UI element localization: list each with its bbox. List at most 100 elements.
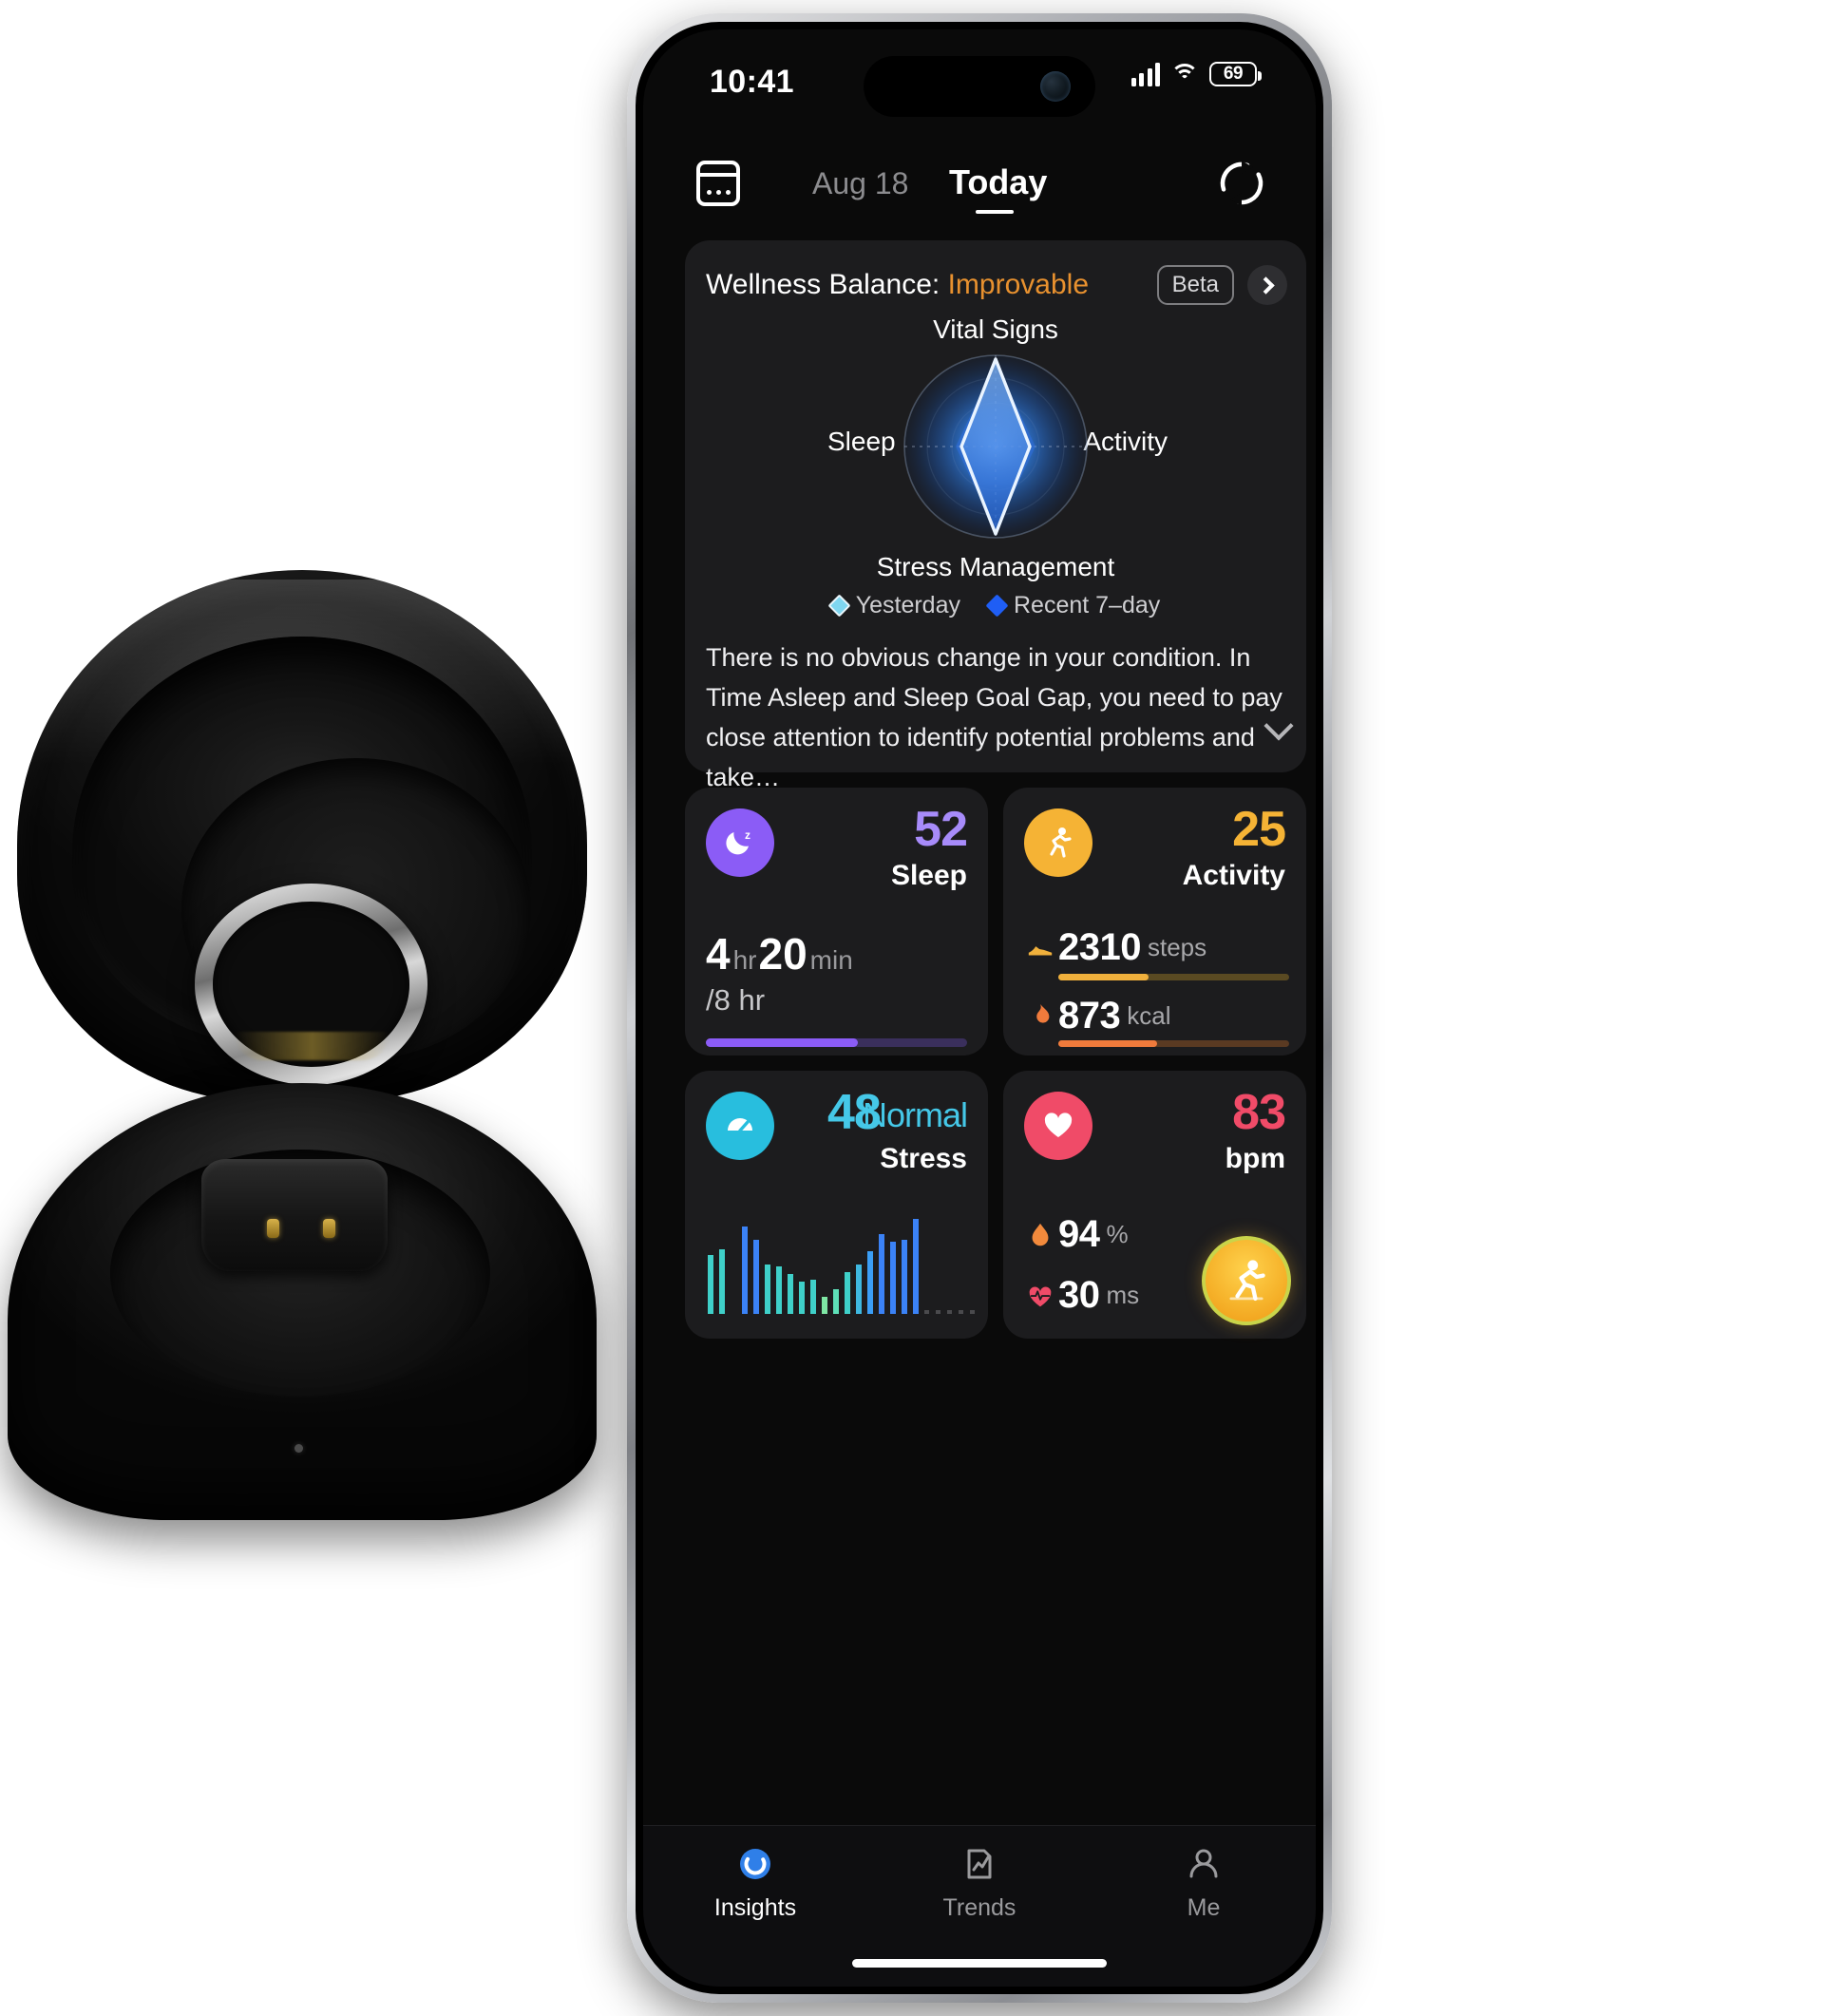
chevron-right-icon[interactable] (1247, 265, 1287, 305)
running-person-icon (1024, 808, 1092, 877)
sleep-label: Sleep (890, 860, 967, 891)
start-workout-fab[interactable] (1202, 1236, 1291, 1325)
moon-sleep-icon: z (706, 808, 774, 877)
wellness-title: Wellness Balance: Improvable (706, 269, 1089, 301)
charging-case-base (8, 1083, 597, 1520)
legend-diamond-yesterday (827, 594, 851, 618)
activity-steps-value: 2310 (1058, 926, 1141, 968)
sleep-progress-fill (706, 1038, 858, 1047)
calendar-icon[interactable] (696, 161, 740, 206)
today-tab-underline (976, 210, 1014, 214)
tab-label-trends: Trends (942, 1893, 1016, 1921)
metric-row-bottom: 48 Normal Stress 83 bpm 94 % 30 ms (685, 1071, 1306, 1339)
spo2-value: 94 (1058, 1213, 1100, 1255)
tab-me[interactable]: Me (1092, 1826, 1316, 1938)
sleep-progress-track (706, 1038, 967, 1047)
front-camera-icon (1040, 71, 1071, 102)
tab-list: Insights Trends Me (643, 1826, 1316, 1938)
status-bar-indicators: 69 (1130, 62, 1262, 86)
person-icon (1189, 1849, 1218, 1877)
stress-bar-chart (708, 1219, 975, 1314)
sleep-duration: 4 hr20 min (706, 928, 855, 979)
activity-kcal-fill (1058, 1040, 1158, 1047)
activity-steps-row: 2310 steps (1022, 926, 1289, 969)
cellular-signal-icon (1130, 62, 1160, 86)
wellness-title-prefix: Wellness Balance: (706, 269, 940, 300)
activity-steps-track (1058, 974, 1289, 980)
tab-trends[interactable]: Trends (867, 1826, 1092, 1938)
tab-label-insights: Insights (713, 1893, 797, 1921)
radar-legend: Yesterday Recent 7–day (685, 592, 1306, 619)
legend-item-yesterday: Yesterday (827, 592, 960, 619)
activity-kcal-unit: kcal (1127, 1001, 1171, 1030)
status-bar-time: 10:41 (710, 64, 794, 100)
wellness-balance-card[interactable]: Wellness Balance: Improvable Beta Vital … (685, 240, 1306, 791)
tab-label-me: Me (1187, 1893, 1221, 1921)
radar-plot (903, 354, 1088, 539)
running-person-icon (1229, 1260, 1265, 1302)
trends-chart-icon (967, 1849, 992, 1878)
legend-item-recent-7-day: Recent 7–day (985, 592, 1161, 619)
activity-kcal-value: 873 (1058, 995, 1121, 1037)
heart-rate-card[interactable]: 83 bpm 94 % 30 ms (1003, 1071, 1306, 1339)
heart-rate-unit: bpm (1225, 1143, 1285, 1174)
charging-pin-right (323, 1219, 335, 1238)
phone-screen: 10:41 69 Aug 18 Today Wellness Balance: … (643, 29, 1316, 1987)
heart-icon (1024, 1092, 1092, 1160)
sleep-score: 52 (914, 802, 968, 857)
today-tab[interactable]: Today (949, 162, 1047, 202)
battery-icon: 69 (1209, 62, 1262, 86)
heart-pulse-icon (1022, 1282, 1058, 1310)
svg-text:z: z (745, 828, 750, 842)
status-bar: 10:41 69 (643, 29, 1316, 136)
metric-row-top: z 52 Sleep 4 hr20 min /8 hr 25 Activity … (685, 788, 1306, 1056)
legend-label-yesterday: Yesterday (855, 592, 960, 618)
radar-axis-label-stress-management: Stress Management (876, 552, 1115, 581)
stress-label: Stress (880, 1143, 967, 1174)
activity-steps-fill (1058, 974, 1149, 980)
charging-dock (201, 1159, 388, 1271)
beta-badge: Beta (1156, 265, 1234, 305)
calendar-dots (700, 190, 736, 195)
previous-date-tab[interactable]: Aug 18 (812, 166, 908, 201)
wellness-card-header: Wellness Balance: Improvable Beta (706, 265, 1287, 305)
legend-label-recent-7-day: Recent 7–day (1014, 592, 1161, 618)
smart-ring-product-photo (0, 0, 627, 2016)
activity-steps-unit: steps (1147, 933, 1207, 961)
activity-score: 25 (1232, 802, 1286, 857)
metric-card-grid: z 52 Sleep 4 hr20 min /8 hr 25 Activity … (685, 788, 1306, 1354)
activity-label: Activity (1182, 860, 1285, 891)
heart-rate-value: 83 (1232, 1085, 1286, 1140)
insights-ring-icon (740, 1848, 770, 1879)
hrv-value: 30 (1058, 1274, 1100, 1316)
activity-kcal-row: 873 kcal (1022, 995, 1289, 1037)
shoe-icon (1022, 934, 1058, 962)
sleep-card[interactable]: z 52 Sleep 4 hr20 min /8 hr (685, 788, 988, 1056)
radar-axis-label-vital-signs: Vital Signs (933, 314, 1058, 344)
stress-card[interactable]: 48 Normal Stress (685, 1071, 988, 1339)
sleep-duration-hours: 4 (706, 929, 731, 979)
hrv-unit: ms (1106, 1281, 1140, 1309)
app-header: Aug 18 Today (643, 145, 1316, 233)
spo2-unit: % (1106, 1220, 1129, 1248)
flame-icon (1022, 1002, 1058, 1031)
ring-contact-glow (234, 1032, 390, 1060)
wellness-radar-chart: Vital Signs Activity Stress Management S… (685, 314, 1306, 590)
sleep-duration-minutes: 20 (758, 929, 808, 979)
phone-device: 10:41 69 Aug 18 Today Wellness Balance: … (627, 13, 1332, 2003)
tab-insights[interactable]: Insights (643, 1826, 867, 1938)
screenshot-root: 10:41 69 Aug 18 Today Wellness Balance: … (0, 0, 1824, 2016)
wellness-summary-text: There is no obvious change in your condi… (706, 643, 1282, 791)
phone-bezel: 10:41 69 Aug 18 Today Wellness Balance: … (636, 22, 1323, 1994)
sync-refresh-icon[interactable] (1217, 159, 1266, 208)
home-indicator[interactable] (852, 1959, 1107, 1968)
sleep-goal: /8 hr (706, 983, 766, 1017)
blood-drop-icon (1022, 1221, 1058, 1249)
dynamic-island (864, 56, 1095, 117)
battery-level-label: 69 (1223, 64, 1244, 84)
legend-diamond-recent-7-day (985, 594, 1009, 618)
bottom-tab-bar: Insights Trends Me (643, 1825, 1316, 1987)
stress-state: Normal (862, 1095, 968, 1134)
charging-pin-left (267, 1219, 279, 1238)
activity-card[interactable]: 25 Activity 2310 steps 873 kcal (1003, 788, 1306, 1056)
